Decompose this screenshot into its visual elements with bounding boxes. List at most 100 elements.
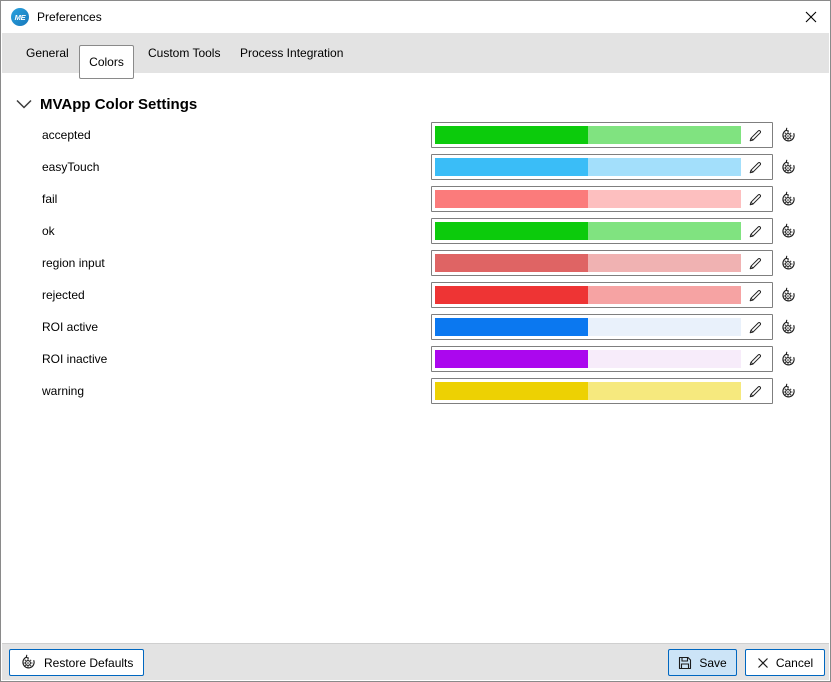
gear-restore-icon [780, 319, 797, 336]
gear-restore-icon [780, 255, 797, 272]
preferences-window: ME Preferences General Colors Custom Too… [0, 0, 831, 682]
app-logo-icon: ME [11, 8, 29, 26]
reset-color-button[interactable] [779, 222, 797, 240]
color-swatch-field[interactable] [431, 122, 773, 148]
color-solid-half [435, 222, 588, 240]
gear-restore-icon [780, 383, 797, 400]
tab-custom-tools[interactable]: Custom Tools [148, 33, 220, 73]
color-bar [435, 286, 741, 304]
color-solid-half [435, 126, 588, 144]
color-swatch-field[interactable] [431, 346, 773, 372]
reset-color-button[interactable] [779, 254, 797, 272]
save-label: Save [699, 656, 726, 670]
color-name-label: fail [42, 192, 57, 206]
save-floppy-icon [678, 656, 692, 670]
edit-color-button[interactable] [741, 254, 769, 272]
color-light-half [588, 126, 741, 144]
gear-restore-icon [780, 127, 797, 144]
tab-general[interactable]: General [26, 33, 69, 73]
color-name-label: ok [42, 224, 55, 238]
reset-color-button[interactable] [779, 286, 797, 304]
color-name-label: ROI active [42, 320, 98, 334]
pencil-icon [748, 384, 763, 399]
color-rows: accepted [2, 119, 829, 407]
color-bar [435, 158, 741, 176]
pencil-icon [748, 128, 763, 143]
color-name-label: accepted [42, 128, 91, 142]
close-button[interactable] [799, 6, 823, 28]
color-name-label: ROI inactive [42, 352, 107, 366]
color-bar [435, 222, 741, 240]
tab-bar: General Colors Custom Tools Process Inte… [2, 33, 829, 73]
color-swatch-field[interactable] [431, 218, 773, 244]
color-swatch-field[interactable] [431, 378, 773, 404]
gear-restore-icon [780, 191, 797, 208]
edit-color-button[interactable] [741, 158, 769, 176]
color-row: rejected [2, 279, 829, 311]
tab-process-integration[interactable]: Process Integration [240, 33, 343, 73]
gear-restore-icon [780, 351, 797, 368]
section-title: MVApp Color Settings [40, 96, 197, 113]
color-light-half [588, 318, 741, 336]
color-solid-half [435, 286, 588, 304]
reset-color-button[interactable] [779, 318, 797, 336]
color-light-half [588, 190, 741, 208]
section-header: MVApp Color Settings [2, 89, 197, 119]
color-row: accepted [2, 119, 829, 151]
color-swatch-field[interactable] [431, 154, 773, 180]
color-row: warning [2, 375, 829, 407]
edit-color-button[interactable] [741, 350, 769, 368]
color-light-half [588, 382, 741, 400]
color-swatch-field[interactable] [431, 314, 773, 340]
color-bar [435, 382, 741, 400]
color-row: ok [2, 215, 829, 247]
color-swatch-field[interactable] [431, 250, 773, 276]
color-row: ROI inactive [2, 343, 829, 375]
save-button[interactable]: Save [668, 649, 737, 676]
tab-colors[interactable]: Colors [79, 45, 134, 79]
cancel-button[interactable]: Cancel [745, 649, 825, 676]
pencil-icon [748, 256, 763, 271]
color-row: region input [2, 247, 829, 279]
edit-color-button[interactable] [741, 318, 769, 336]
color-swatch-field[interactable] [431, 186, 773, 212]
edit-color-button[interactable] [741, 126, 769, 144]
reset-color-button[interactable] [779, 350, 797, 368]
color-light-half [588, 222, 741, 240]
color-name-label: region input [42, 256, 105, 270]
title-bar: ME Preferences [1, 1, 830, 33]
reset-color-button[interactable] [779, 126, 797, 144]
color-solid-half [435, 382, 588, 400]
edit-color-button[interactable] [741, 382, 769, 400]
color-bar [435, 350, 741, 368]
edit-color-button[interactable] [741, 190, 769, 208]
edit-color-button[interactable] [741, 222, 769, 240]
window-title: Preferences [37, 10, 102, 24]
color-solid-half [435, 254, 588, 272]
pencil-icon [748, 224, 763, 239]
reset-color-button[interactable] [779, 190, 797, 208]
gear-restore-icon [780, 159, 797, 176]
color-light-half [588, 350, 741, 368]
close-icon [805, 11, 817, 23]
footer-bar: Restore Defaults Save Cancel [2, 643, 829, 680]
color-bar [435, 318, 741, 336]
color-solid-half [435, 350, 588, 368]
cancel-label: Cancel [776, 656, 813, 670]
color-row: easyTouch [2, 151, 829, 183]
color-light-half [588, 254, 741, 272]
edit-color-button[interactable] [741, 286, 769, 304]
restore-defaults-button[interactable]: Restore Defaults [9, 649, 144, 676]
color-swatch-field[interactable] [431, 282, 773, 308]
pencil-icon [748, 192, 763, 207]
gear-restore-icon [780, 287, 797, 304]
chevron-down-icon[interactable] [16, 98, 34, 110]
reset-color-button[interactable] [779, 158, 797, 176]
color-name-label: warning [42, 384, 84, 398]
color-bar [435, 254, 741, 272]
reset-color-button[interactable] [779, 382, 797, 400]
color-row: ROI active [2, 311, 829, 343]
color-bar [435, 126, 741, 144]
color-solid-half [435, 158, 588, 176]
color-light-half [588, 286, 741, 304]
